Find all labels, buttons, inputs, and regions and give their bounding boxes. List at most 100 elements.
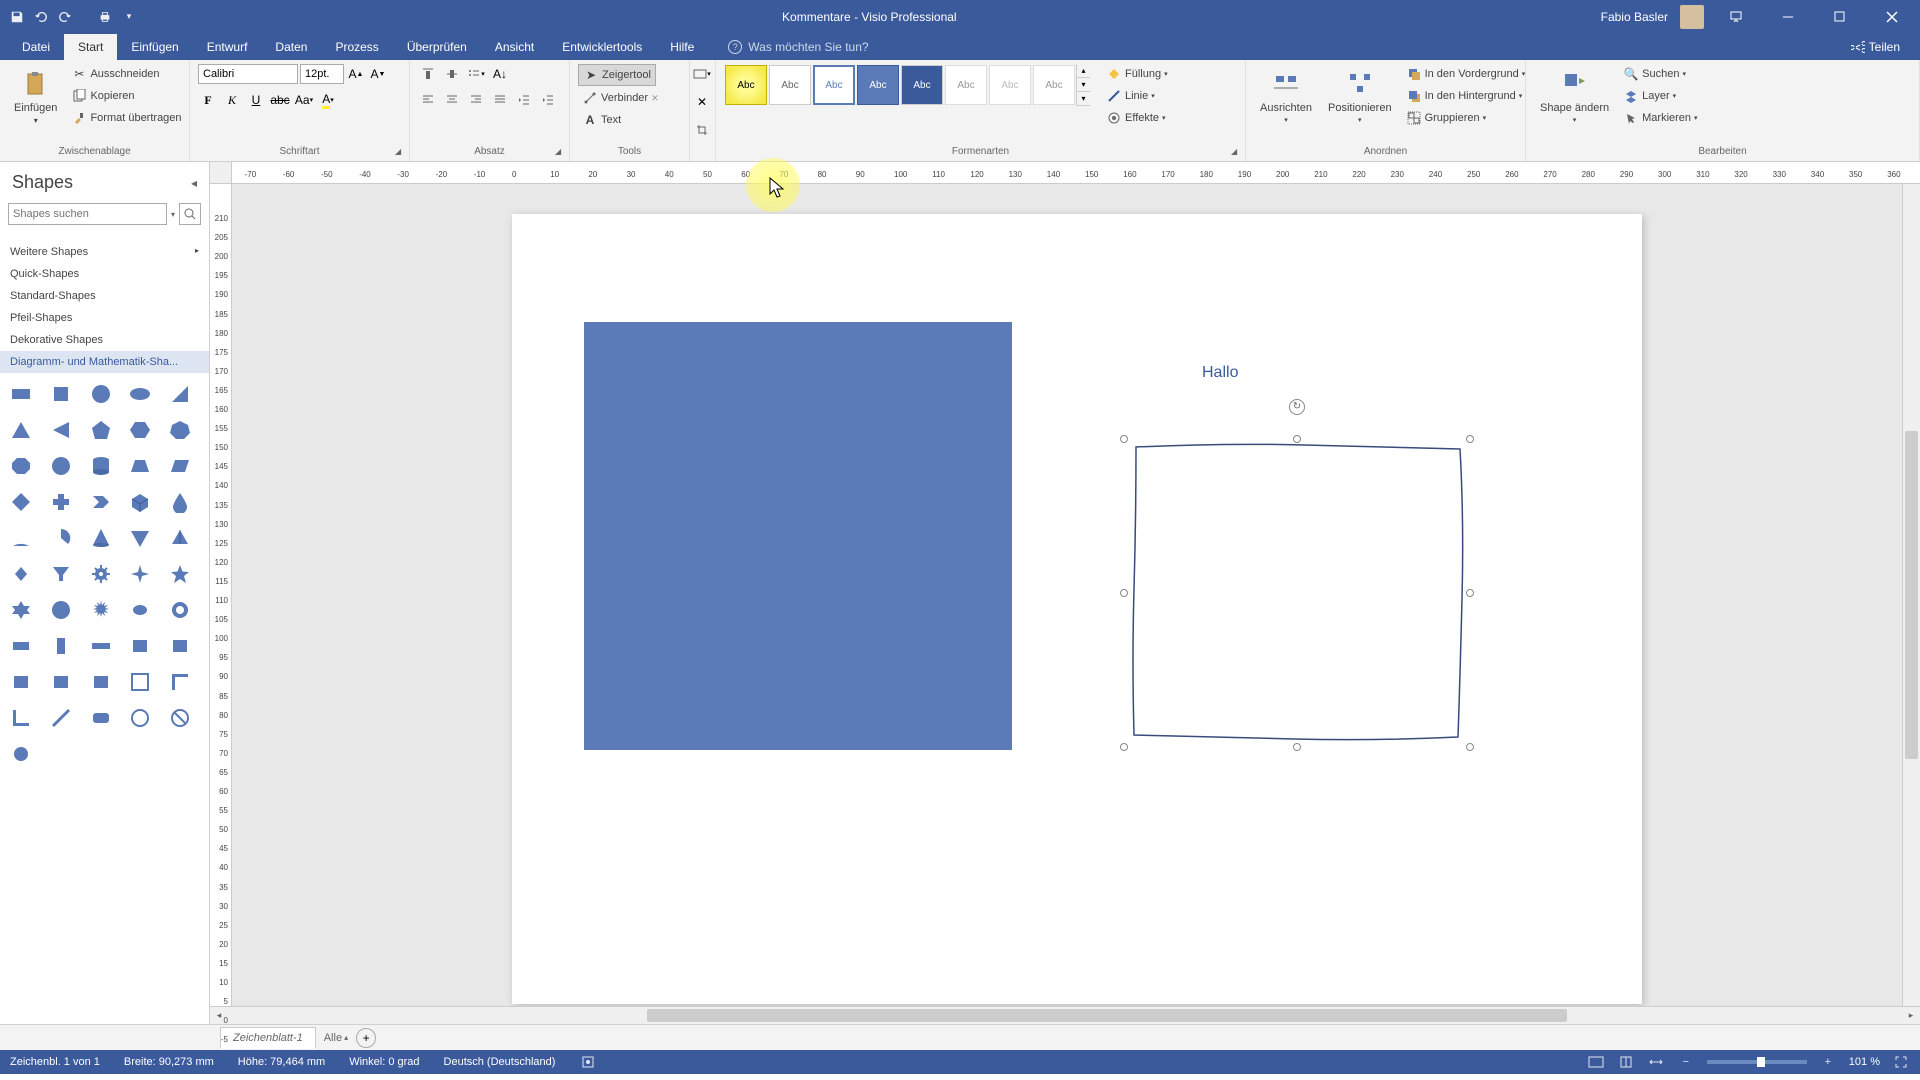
shape-parallelogram[interactable] <box>167 453 193 479</box>
vertical-ruler[interactable]: 2102052001951901851801751701651601551501… <box>210 184 232 1006</box>
shape-can[interactable] <box>88 453 114 479</box>
shape-circle-2[interactable] <box>127 705 153 731</box>
fullscreen-icon[interactable] <box>1892 1053 1910 1071</box>
style-thumb-8[interactable]: Abc <box>1033 65 1075 105</box>
shape-diamond[interactable] <box>8 489 34 515</box>
shape-right-triangle[interactable] <box>167 381 193 407</box>
shape-gear[interactable] <box>88 561 114 587</box>
resize-handle-n[interactable] <box>1293 435 1301 443</box>
strike-button[interactable]: abc <box>270 90 290 110</box>
shape-cross[interactable] <box>48 489 74 515</box>
shapes-cat-quick[interactable]: Quick-Shapes <box>0 263 209 285</box>
styles-dialog-launcher[interactable]: ◢ <box>1231 147 1241 157</box>
text-direction-button[interactable]: A↓ <box>490 64 510 84</box>
style-thumb-5[interactable]: Abc <box>901 65 943 105</box>
shape-burst[interactable] <box>88 597 114 623</box>
shape-star5[interactable] <box>167 561 193 587</box>
shape-hexagon[interactable] <box>127 417 153 443</box>
shape-rect-wide[interactable] <box>88 633 114 659</box>
bullets-button[interactable]: ▾ <box>466 64 486 84</box>
highlight-button[interactable]: A▾ <box>318 90 338 110</box>
group-button[interactable]: Gruppieren▾ <box>1402 108 1530 128</box>
shape-rect-4[interactable] <box>48 669 74 695</box>
underline-button[interactable]: U <box>246 90 266 110</box>
shape-oval-small[interactable] <box>127 597 153 623</box>
vertical-scrollbar[interactable] <box>1902 184 1920 1006</box>
shape-rect-tall[interactable] <box>48 633 74 659</box>
align-center-button[interactable] <box>442 90 462 110</box>
shape-frame[interactable] <box>127 669 153 695</box>
tab-start[interactable]: Start <box>64 34 117 60</box>
shape-rect-3[interactable] <box>8 669 34 695</box>
shape-cube[interactable] <box>127 489 153 515</box>
shape-rectangle[interactable] <box>8 381 34 407</box>
avatar[interactable] <box>1680 5 1704 29</box>
tab-filter[interactable]: Alle ▴ <box>324 1032 348 1044</box>
shape-triangle-left[interactable] <box>48 417 74 443</box>
shape-rect-small[interactable] <box>8 633 34 659</box>
tab-ueberpruefen[interactable]: Überprüfen <box>393 34 481 60</box>
shape-star4[interactable] <box>127 561 153 587</box>
shape-3d-triangle[interactable] <box>167 525 193 551</box>
decrease-indent-button[interactable] <box>514 90 534 110</box>
tab-entwicklertools[interactable]: Entwicklertools <box>548 34 656 60</box>
shapes-cat-diagram[interactable]: Diagramm- und Mathematik-Sha... <box>0 351 209 373</box>
case-button[interactable]: Aa▾ <box>294 90 314 110</box>
font-dialog-launcher[interactable]: ◢ <box>395 147 405 157</box>
style-thumb-6[interactable]: Abc <box>945 65 987 105</box>
shapes-search-button[interactable] <box>179 203 201 225</box>
qat-dropdown-icon[interactable]: ▾ <box>120 8 138 26</box>
share-button[interactable]: Teilen <box>1851 40 1920 54</box>
find-button[interactable]: 🔍Suchen▾ <box>1619 64 1701 84</box>
undo-icon[interactable] <box>32 8 50 26</box>
tab-einfuegen[interactable]: Einfügen <box>117 34 192 60</box>
shape-circle[interactable] <box>88 381 114 407</box>
tab-hilfe[interactable]: Hilfe <box>656 34 708 60</box>
shape-star6[interactable] <box>8 597 34 623</box>
language-indicator[interactable]: Deutsch (Deutschland) <box>444 1056 556 1068</box>
copy-button[interactable]: Kopieren <box>67 86 185 106</box>
select-button[interactable]: Markieren▾ <box>1619 108 1701 128</box>
shapes-cat-standard[interactable]: Standard-Shapes <box>0 285 209 307</box>
align-middle-button[interactable] <box>442 64 462 84</box>
send-back-button[interactable]: In den Hintergrund▾ <box>1402 86 1530 106</box>
tell-me-search[interactable]: ? Was möchten Sie tun? <box>728 40 868 54</box>
bold-button[interactable]: F <box>198 90 218 110</box>
page-indicator[interactable]: Zeichenbl. 1 von 1 <box>10 1056 100 1068</box>
shapes-cat-decorative[interactable]: Dekorative Shapes <box>0 329 209 351</box>
shapes-cat-arrow[interactable]: Pfeil-Shapes <box>0 307 209 329</box>
shape-round-rect[interactable] <box>88 705 114 731</box>
font-family-select[interactable] <box>198 64 298 84</box>
font-size-select[interactable] <box>300 64 344 84</box>
shrink-font-button[interactable]: A▼ <box>368 64 388 84</box>
align-button[interactable]: Ausrichten▾ <box>1254 64 1318 128</box>
gallery-more-icon[interactable]: ▾ <box>1077 92 1090 106</box>
align-right-button[interactable] <box>466 90 486 110</box>
shape-down-triangle[interactable] <box>127 525 153 551</box>
style-thumb-2[interactable]: Abc <box>769 65 811 105</box>
sheet-tab-1[interactable]: Zeichenblatt-1 <box>220 1027 316 1049</box>
line-button[interactable]: Linie▾ <box>1102 86 1172 106</box>
style-thumb-3[interactable]: Abc <box>813 65 855 105</box>
tab-ansicht[interactable]: Ansicht <box>481 34 548 60</box>
layers-button[interactable]: Layer▾ <box>1619 86 1701 106</box>
shape-ellipse[interactable] <box>127 381 153 407</box>
resize-handle-se[interactable] <box>1466 743 1474 751</box>
zoom-out-icon[interactable]: − <box>1677 1053 1695 1071</box>
tab-entwurf[interactable]: Entwurf <box>193 34 262 60</box>
change-shape-button[interactable]: Shape ändern▾ <box>1534 64 1615 128</box>
print-icon[interactable] <box>96 8 114 26</box>
gallery-up-icon[interactable]: ▴ <box>1077 64 1090 78</box>
shape-heptagon[interactable] <box>167 417 193 443</box>
shape-drop[interactable] <box>167 489 193 515</box>
zoom-level[interactable]: 101 % <box>1849 1056 1880 1068</box>
zoom-in-icon[interactable]: + <box>1819 1053 1837 1071</box>
shape-decagon[interactable] <box>48 453 74 479</box>
zoom-slider[interactable] <box>1707 1060 1807 1064</box>
shape-rect-1[interactable] <box>127 633 153 659</box>
style-thumb-1[interactable]: Abc <box>725 65 767 105</box>
drawing-page[interactable]: Hallo <box>512 214 1642 1004</box>
shape-octagon[interactable] <box>8 453 34 479</box>
shape-ring[interactable] <box>167 597 193 623</box>
tab-daten[interactable]: Daten <box>261 34 321 60</box>
